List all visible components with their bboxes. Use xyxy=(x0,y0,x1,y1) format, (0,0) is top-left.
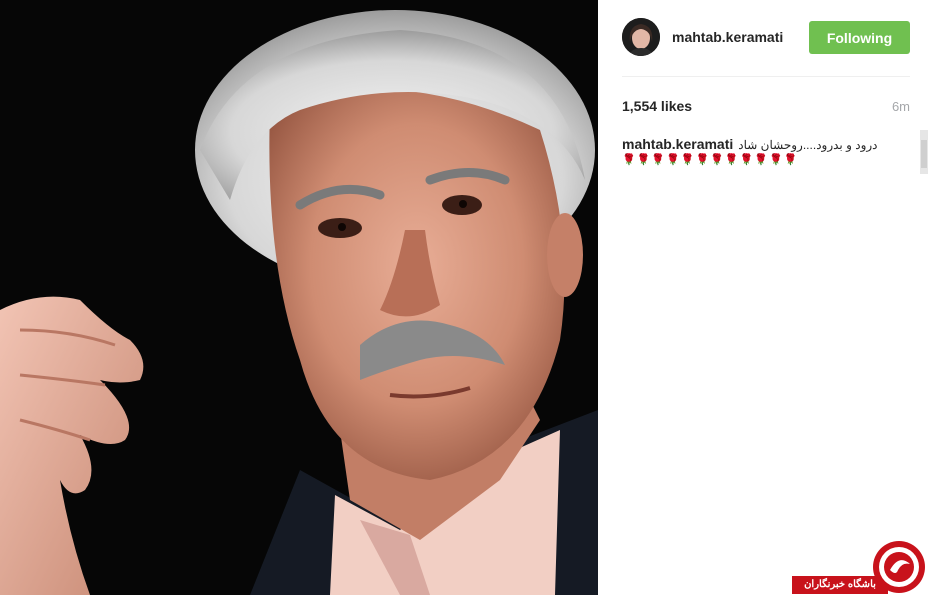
news-agency-logo-icon xyxy=(872,540,926,594)
header-divider xyxy=(622,76,910,77)
profile-avatar[interactable] xyxy=(622,18,660,56)
caption-username-link[interactable]: mahtab.keramati xyxy=(622,136,733,152)
portrait-photo xyxy=(0,0,598,595)
post-time[interactable]: 6m xyxy=(892,99,910,114)
post-header: mahtab.keramati Following xyxy=(598,0,928,76)
post-side-panel: mahtab.keramati Following 1,554 likes 6m… xyxy=(598,0,928,595)
scrollbar-thumb[interactable] xyxy=(921,140,927,168)
post-photo[interactable] xyxy=(0,0,598,595)
caption-emoji-row: 🌹🌹🌹🌹🌹🌹🌹🌹🌹🌹🌹🌹 xyxy=(622,154,799,166)
caption-area: mahtab.keramati درود و بدرود....روحشان شا… xyxy=(622,130,918,190)
following-button[interactable]: Following xyxy=(809,21,910,54)
instagram-post-page: mahtab.keramati Following 1,554 likes 6m… xyxy=(0,0,928,595)
caption-text: درود و بدرود....روحشان شاد xyxy=(738,138,878,152)
caption: mahtab.keramati درود و بدرود....روحشان شا… xyxy=(622,136,910,152)
post-username-link[interactable]: mahtab.keramati xyxy=(672,29,783,45)
avatar-image xyxy=(622,18,660,56)
comments-scrollbar[interactable] xyxy=(920,130,928,174)
likes-count[interactable]: 1,554 likes xyxy=(622,98,692,114)
